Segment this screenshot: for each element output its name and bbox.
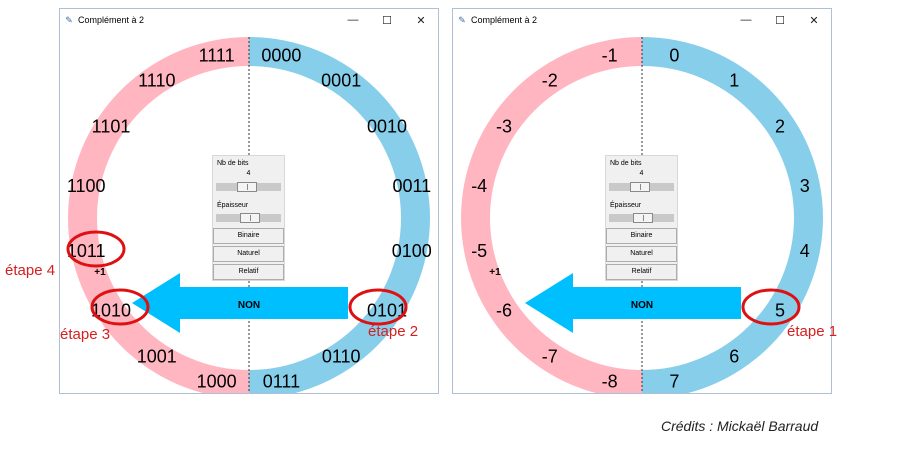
settings-panel: Nb de bits 4 Épaisseur Binaire Naturel R… <box>212 155 285 281</box>
ring-label: 0111 <box>263 371 300 391</box>
binaire-button[interactable]: Binaire <box>213 228 284 244</box>
etape3-label: étape 3 <box>60 326 111 343</box>
ring-label: 1100 <box>67 176 106 196</box>
window-title: Complément à 2 <box>78 15 145 25</box>
feather-icon: ✎ <box>65 14 73 25</box>
ring-label: 0110 <box>322 347 361 367</box>
window-title: Complément à 2 <box>471 15 538 25</box>
ring-label: 1110 <box>138 71 175 91</box>
minimize-button[interactable]: — <box>336 14 370 26</box>
epaisseur-label: Épaisseur <box>217 202 249 209</box>
ring-label: 6 <box>729 347 739 367</box>
ring-label: 1000 <box>197 371 237 391</box>
plus-one-label: +1 <box>489 267 501 278</box>
credits-text: Crédits : Mickaël Barraud <box>661 418 819 434</box>
nb-bits-slider-handle[interactable] <box>630 182 650 192</box>
ring-label: 7 <box>669 371 679 391</box>
ring-label: 1111 <box>199 46 235 66</box>
epaisseur-slider-handle[interactable] <box>240 213 260 223</box>
naturel-button[interactable]: Naturel <box>213 246 284 262</box>
close-button[interactable]: ✕ <box>404 14 438 27</box>
ring-label: -7 <box>542 347 558 367</box>
nb-bits-value: 4 <box>246 170 251 177</box>
feather-icon: ✎ <box>458 14 466 25</box>
window-relative: ✎ Complément à 2 — ☐ ✕ NON 0 1 2 3 4 5 6 7 -8 -7 -… <box>452 8 832 394</box>
ring-label: 1001 <box>137 347 177 367</box>
title-bar: ✎ Complément à 2 — ☐ ✕ <box>60 9 438 31</box>
nb-bits-value: 4 <box>639 170 644 177</box>
ring-label: 0100 <box>392 241 432 261</box>
relatif-button[interactable]: Relatif <box>606 264 677 280</box>
ring-label: -6 <box>496 301 512 321</box>
naturel-button[interactable]: Naturel <box>606 246 677 262</box>
ring-label: 0000 <box>261 46 301 66</box>
plus-one-label: +1 <box>94 267 106 278</box>
ring-label: -2 <box>542 71 558 91</box>
close-button[interactable]: ✕ <box>797 14 831 27</box>
etape2-label: étape 2 <box>368 323 419 340</box>
relatif-button[interactable]: Relatif <box>213 264 284 280</box>
epaisseur-slider[interactable] <box>216 213 281 223</box>
ring-label: -4 <box>471 176 487 196</box>
ring-label: 0 <box>669 46 679 66</box>
maximize-button[interactable]: ☐ <box>763 14 797 27</box>
ring-label: 4 <box>800 241 810 261</box>
settings-panel: Nb de bits 4 Épaisseur Binaire Naturel R… <box>605 155 678 281</box>
ring-label: -3 <box>496 116 512 136</box>
epaisseur-slider-handle[interactable] <box>633 213 653 223</box>
maximize-button[interactable]: ☐ <box>370 14 404 27</box>
nb-bits-label: Nb de bits <box>217 160 249 167</box>
nb-bits-slider[interactable] <box>216 182 281 192</box>
arrow-label: NON <box>238 300 260 311</box>
nb-bits-slider-handle[interactable] <box>237 182 257 192</box>
ring-label: 0001 <box>321 71 361 91</box>
ring-label: 0010 <box>367 116 407 136</box>
minimize-button[interactable]: — <box>729 14 763 26</box>
ring-label: 5 <box>775 301 785 321</box>
ring-label: 1 <box>729 71 739 91</box>
nb-bits-label: Nb de bits <box>610 160 642 167</box>
binaire-button[interactable]: Binaire <box>606 228 677 244</box>
nb-bits-slider[interactable] <box>609 182 674 192</box>
ring-label: -5 <box>471 241 487 261</box>
ring-label: 0011 <box>392 176 431 196</box>
ring-label: 3 <box>800 176 810 196</box>
ring-label: -8 <box>602 371 618 391</box>
etape1-label: étape 1 <box>787 323 838 340</box>
ring-label: 1101 <box>92 116 131 136</box>
epaisseur-label: Épaisseur <box>610 202 642 209</box>
ring-label: -1 <box>602 46 618 66</box>
circle-canvas: NON 0 1 2 3 4 5 6 7 -8 -7 -6 -5 -4 -3 -2 -1 +1 Nb de bi… <box>453 31 831 393</box>
ring-label: 2 <box>775 116 785 136</box>
title-bar: ✎ Complément à 2 — ☐ ✕ <box>453 9 831 31</box>
epaisseur-slider[interactable] <box>609 213 674 223</box>
etape4-label: étape 4 <box>5 262 56 279</box>
arrow-label: NON <box>631 300 653 311</box>
